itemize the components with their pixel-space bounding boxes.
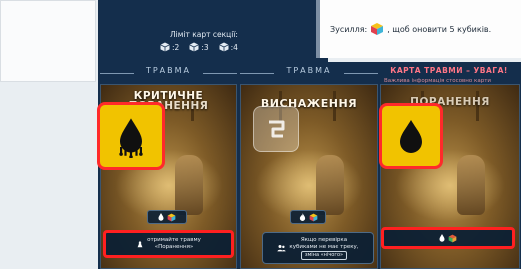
limit-value: :3 [201,42,209,52]
white-cube-icon [189,42,199,52]
effort-tooltip: Зусилля: , щоб оновити 5 кубиків. [316,0,521,58]
multicolor-cube-icon [370,22,384,36]
multicolor-cube-icon [167,213,176,221]
effort-suffix: , щоб оновити 5 кубиків. [387,24,492,34]
colored-cube-icon [448,234,457,242]
card-art-figure [456,154,485,215]
card-art-figure [175,154,204,215]
flame-icon [299,213,305,221]
card-effect: Якщо перевірка кубиками не має треку, зм… [262,232,374,264]
blood-drop-icon [379,103,443,169]
limit-item: :2 [160,42,179,52]
limit-item: :3 [189,42,209,52]
card-cost [147,210,187,224]
bleeding-drop-icon [97,102,165,170]
white-cube-icon [218,42,229,52]
blood-drop-icon [158,213,164,221]
effort-prefix: Зусилля: [330,24,368,34]
multicolor-cube-icon [309,213,317,221]
limit-value: :2 [172,42,180,52]
card-cost-highlighted [381,227,515,249]
limit-item: :4 [218,42,238,52]
effort-text: Зусилля: , щоб оновити 5 кубиків. [330,22,491,36]
card-cost [290,210,326,224]
white-cube-icon [160,42,170,52]
blood-drop-icon [439,234,445,242]
card-art-figure [315,154,344,215]
section-header-trauma-1: ТРАВМА [100,66,237,82]
section-limit-row: :2 :3 :4 [160,42,238,52]
group-icon [277,245,287,252]
card-effect-highlighted: отримайте травму «Поранення» [103,230,234,258]
swirl-icon [253,106,299,152]
blank-panel [0,0,96,82]
limit-value: :4 [230,42,238,52]
trauma-figure-icon [137,240,143,248]
section-limit-title: Ліміт карт секції: [170,30,238,39]
section-header-trauma-2: ТРАВМА [240,66,378,82]
